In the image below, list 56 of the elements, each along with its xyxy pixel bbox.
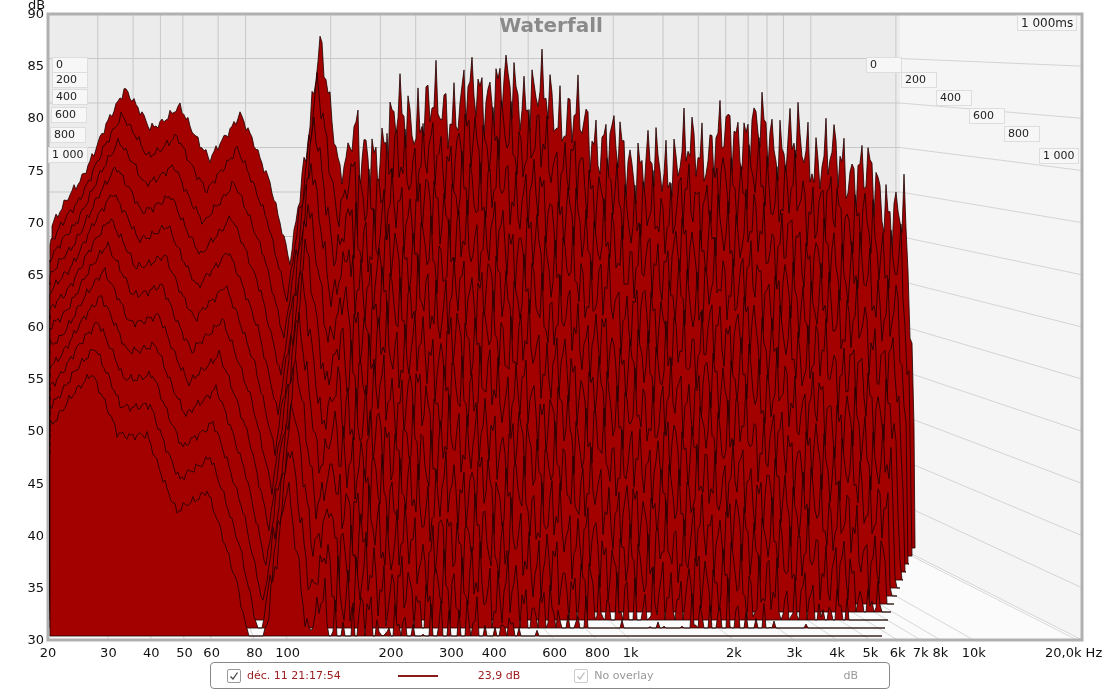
measurement-level: 23,9 dB — [477, 669, 521, 682]
y-axis-label: 65 — [27, 266, 44, 282]
x-axis-label: 300 — [439, 645, 464, 660]
x-axis-label: 4k — [829, 645, 846, 660]
x-axis-label: 30 — [100, 645, 117, 660]
x-axis-label: 20 — [39, 645, 57, 660]
x-axis-label: 5k — [862, 645, 879, 660]
time-label: 200 — [52, 72, 88, 88]
y-axis-label: 55 — [27, 371, 44, 387]
x-axis-label: 200 — [378, 645, 404, 660]
x-axis-label: 20,0k Hz — [1045, 645, 1102, 660]
time-label: 600 — [969, 108, 1005, 124]
time-label: 0 — [52, 57, 88, 73]
time-label: 400 — [936, 90, 972, 106]
x-axis-label: 60 — [203, 645, 220, 660]
x-axis-label: 40 — [143, 645, 160, 660]
time-label: 1 000 — [48, 147, 88, 163]
measurement-checkbox[interactable] — [227, 668, 241, 683]
x-axis-label: 8k — [932, 645, 949, 660]
x-axis-label: 800 — [585, 645, 610, 660]
time-label: 600 — [51, 107, 87, 123]
time-label: 1 000 — [1039, 148, 1079, 164]
check-icon — [229, 670, 239, 681]
overlay-label: No overlay — [594, 669, 654, 682]
y-axis-label: 30 — [27, 632, 44, 647]
x-axis-label: 80 — [246, 645, 263, 660]
chart-title: Waterfall — [498, 13, 604, 37]
x-axis-label: 6k — [889, 645, 906, 660]
time-label: 800 — [50, 127, 86, 143]
y-axis-label: 80 — [27, 110, 44, 126]
x-axis-label: 400 — [481, 645, 507, 660]
x-axis-label: 10k — [961, 645, 986, 660]
time-label: 400 — [52, 89, 88, 105]
y-axis-label: 70 — [27, 214, 44, 230]
x-axis-label: 50 — [176, 645, 193, 660]
x-axis-label: 3k — [786, 645, 803, 660]
x-axis-label: 100 — [275, 645, 301, 660]
trace-line-icon — [397, 674, 438, 677]
y-axis-label: 45 — [27, 475, 44, 491]
check-icon — [576, 670, 587, 681]
x-axis-label: 1k — [622, 645, 639, 660]
y-axis-label: 85 — [27, 58, 44, 74]
measurement-name: déc. 11 21:17:54 — [247, 669, 341, 682]
time-label: 0 — [866, 57, 902, 73]
overlay-unit: dB — [843, 669, 859, 682]
x-axis-label: 2k — [726, 645, 742, 660]
time-label: 800 — [1004, 126, 1040, 142]
y-axis-label: 35 — [27, 579, 44, 595]
time-label: 200 — [901, 72, 937, 88]
y-axis-label: 50 — [27, 423, 44, 439]
y-axis-label: 60 — [27, 319, 44, 334]
y-axis-label: 40 — [27, 527, 44, 543]
y-axis-label: 75 — [27, 162, 44, 178]
x-axis-label: 600 — [542, 645, 568, 660]
x-axis-label: 7k — [912, 645, 929, 660]
time-end-label: 1 000ms — [1017, 15, 1078, 31]
